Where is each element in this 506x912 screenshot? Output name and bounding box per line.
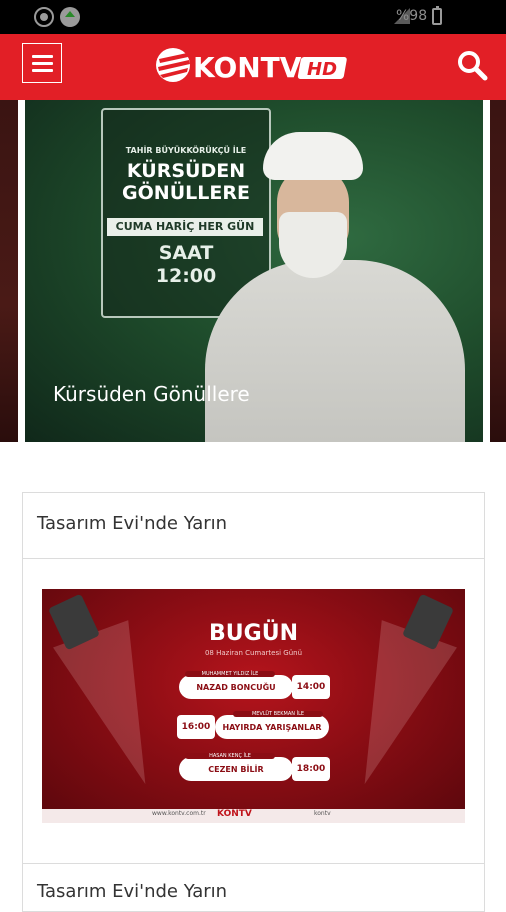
schedule-row-3: HASAN KENÇ İLE CEZEN BİLİR (179, 753, 293, 781)
board-time: SAAT 12:00 (155, 242, 217, 287)
presenter-image (205, 260, 465, 442)
carousel-slide[interactable]: TAHİR BÜYÜKKÖRÜKÇÜ İLE KÜRSÜDEN GÖNÜLLER… (25, 100, 483, 442)
card-title[interactable]: Tasarım Evi'nde Yarın (37, 513, 227, 534)
featured-carousel[interactable]: TAHİR BÜYÜKKÖRÜKÇÜ İLE KÜRSÜDEN GÖNÜLLER… (0, 100, 506, 442)
schedule-banner-image[interactable]: BUGÜN 08 Haziran Cumartesi Günü MUHAMMET… (42, 589, 465, 823)
schedule-host: MEVLÜT BEKMAN İLE (233, 711, 323, 717)
schedule-time: 16:00 (177, 715, 215, 739)
carousel-next-slide[interactable] (490, 100, 506, 442)
banner-website: www.kontv.com.tr (152, 810, 206, 817)
banner-footer: www.kontv.com.tr KONTV kontv (42, 809, 465, 823)
spotlight-beam-right (327, 620, 457, 798)
schedule-row-1: MUHAMMET YILDIZ İLE NAZAD BONCUĞU (179, 671, 293, 699)
schedule-row-2: MEVLÜT BEKMAN İLE HAYIRDA YARIŞANLAR (215, 711, 329, 739)
schedule-program: HAYIRDA YARIŞANLAR (222, 723, 322, 732)
schedule-time: 14:00 (292, 675, 330, 699)
card-divider (23, 558, 484, 559)
menu-icon-bar (32, 69, 53, 72)
battery-percentage: %98 (396, 8, 428, 24)
presenter-cap (263, 132, 363, 180)
board-host: TAHİR BÜYÜKKÖRÜKÇÜ İLE (125, 146, 247, 155)
banner-title: BUGÜN (209, 621, 298, 646)
kontv-logo[interactable]: KONTV HD (155, 47, 351, 83)
home-icon (60, 7, 80, 27)
schedule-host: HASAN KENÇ İLE (185, 753, 275, 759)
slide-caption: Kürsüden Gönüllere (53, 382, 250, 406)
notification-icon (34, 7, 54, 27)
menu-icon-bar (32, 62, 53, 65)
next-card-title[interactable]: Tasarım Evi'nde Yarın (37, 881, 227, 902)
presenter-beard (279, 212, 347, 278)
schedule-program: NAZAD BONCUĞU (196, 683, 276, 692)
program-card[interactable]: Tasarım Evi'nde Yarın BUGÜN 08 Haziran C… (22, 492, 485, 912)
app-header: KONTV HD (0, 34, 506, 100)
menu-icon (32, 55, 53, 58)
menu-button[interactable] (22, 43, 62, 83)
board-title: KÜRSÜDEN GÖNÜLLERE (122, 160, 250, 204)
schedule-program: CEZEN BİLİR (208, 765, 264, 774)
banner-date: 08 Haziran Cumartesi Günü (204, 649, 303, 657)
board-schedule: CUMA HARİÇ HER GÜN (107, 218, 263, 236)
banner-social: kontv (314, 810, 331, 817)
battery-icon (432, 6, 442, 25)
status-bar: %98 (0, 0, 506, 34)
logo-text: KONTV (193, 51, 302, 83)
schedule-host: MUHAMMET YILDIZ İLE (185, 671, 275, 677)
carousel-prev-slide[interactable] (0, 100, 18, 442)
card-divider (23, 863, 484, 864)
schedule-time: 18:00 (292, 757, 330, 781)
banner-logo: KONTV (217, 809, 252, 819)
search-icon[interactable] (456, 49, 488, 81)
logo-badge: HD (307, 59, 337, 80)
